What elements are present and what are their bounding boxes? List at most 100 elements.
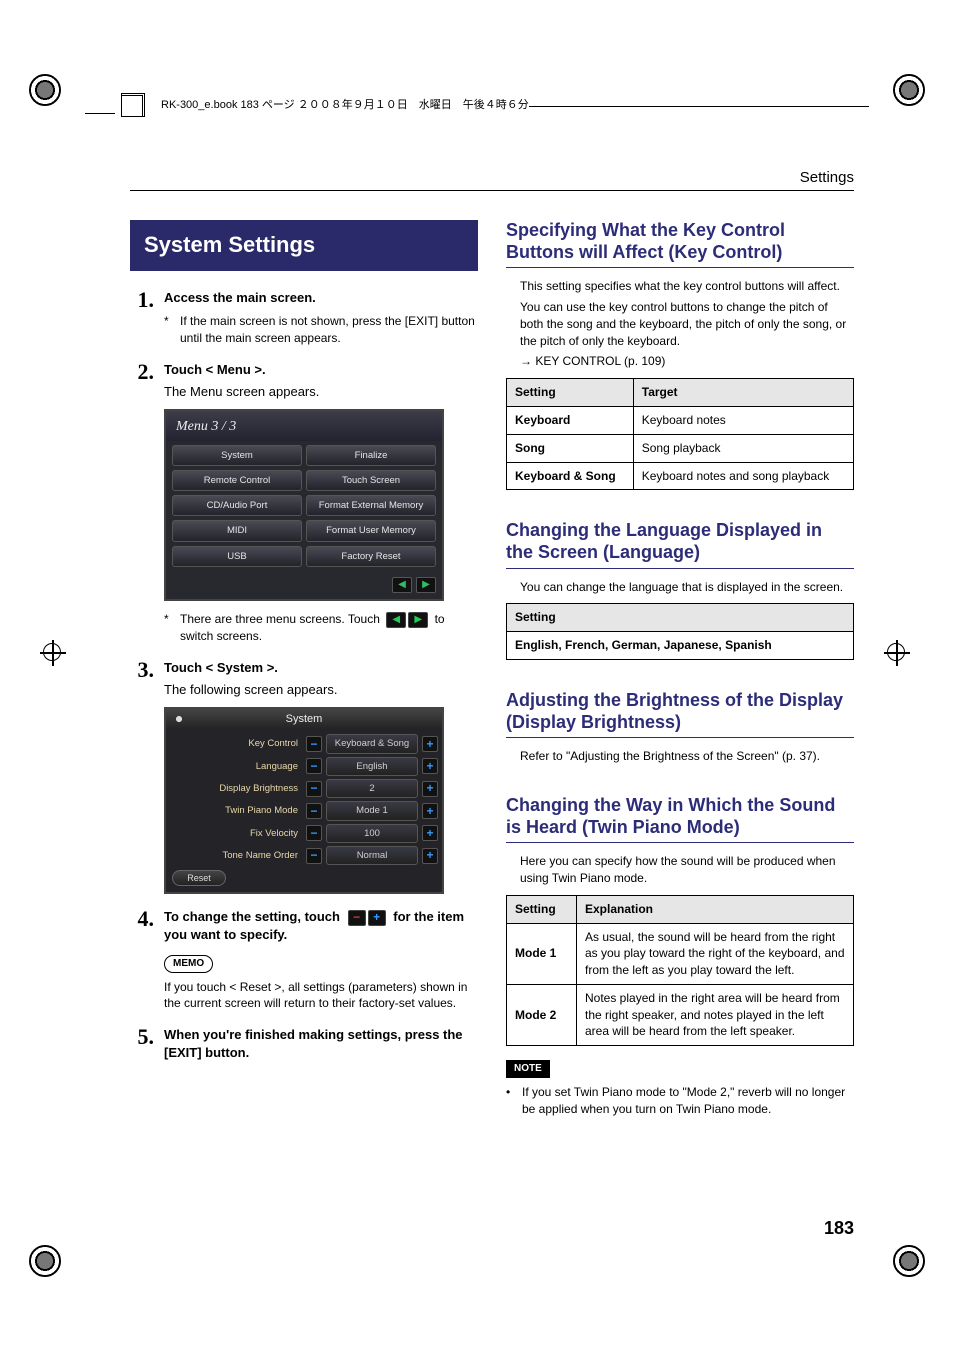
step-heading: To change the setting, touch − + for the… [164,908,478,944]
setting-label: Display Brightness [172,782,302,795]
page-icon [121,95,143,117]
settings-table: Setting Target Keyboard Keyboard notes S… [506,378,854,490]
minus-icon: − [348,910,366,926]
setting-value: Normal [326,846,418,865]
running-title: Settings [800,167,854,188]
reset-button[interactable]: Reset [172,870,226,886]
setting-value: Keyboard & Song [326,734,418,753]
setting-value: 100 [326,824,418,843]
footnote: * There are three menu screens. Touch ◀ … [164,611,478,645]
plus-icon[interactable]: + [422,825,438,841]
subsection-heading: Specifying What the Key Control Buttons … [506,220,854,268]
prev-page-icon[interactable]: ◀ [392,577,412,593]
menu-item[interactable]: Remote Control [172,470,302,491]
menu-item[interactable]: Format User Memory [306,520,436,541]
footnote-text: If the main screen is not shown, press t… [180,313,478,347]
inline-nav-icons: ◀ ▶ [386,612,428,628]
setting-value: 2 [326,779,418,798]
arrow-right-icon: ▶ [408,612,428,628]
footnote: * If the main screen is not shown, press… [164,313,478,347]
inline-pm-icons: − + [348,910,386,926]
plus-icon[interactable]: + [422,848,438,864]
menu-item[interactable]: System [172,445,302,466]
table-cell: Keyboard notes [633,406,853,434]
step-number: 1. [130,289,154,347]
step-number: 3. [130,659,154,895]
menu-item[interactable]: MIDI [172,520,302,541]
setting-value: English [326,757,418,776]
menu-item[interactable]: USB [172,546,302,567]
cross-reference: → KEY CONTROL (p. 109) [520,353,854,370]
page: RK-300_e.book 183 ページ ２００８年９月１０日 水曜日 午後４… [0,0,954,1351]
plus-icon: + [368,910,386,926]
subsection-heading: Changing the Way in Which the Sound is H… [506,795,854,843]
table-row: Mode 2 Notes played in the right area wi… [507,984,854,1045]
table-row: Keyboard & Song Keyboard notes and song … [507,462,854,490]
setting-row: Key Control − Keyboard & Song + [172,734,438,753]
step: 2. Touch < Menu >. The Menu screen appea… [130,361,478,645]
setting-label: Fix Velocity [172,827,302,840]
minus-icon[interactable]: − [306,736,322,752]
table-row: Mode 1 As usual, the sound will be heard… [507,923,854,984]
setting-label: Key Control [172,737,302,750]
setting-row: Language − English + [172,757,438,776]
minus-icon[interactable]: − [306,781,322,797]
paragraph: This setting specifies what the key cont… [520,278,854,295]
note-body: If you set Twin Piano mode to "Mode 2," … [522,1084,854,1118]
setting-label: Tone Name Order [172,849,302,862]
subsection-heading: Adjusting the Brightness of the Display … [506,690,854,738]
paragraph: Here you can specify how the sound will … [520,853,854,887]
memo-badge: MEMO [164,955,213,973]
book-header: RK-300_e.book 183 ページ ２００８年９月１０日 水曜日 午後４… [85,90,869,122]
step: 3. Touch < System >. The following scree… [130,659,478,895]
footnote-text-pre: There are three menu screens. Touch [180,612,380,626]
setting-row: Twin Piano Mode − Mode 1 + [172,801,438,820]
step-subtext: The Menu screen appears. [164,383,478,401]
setting-label: Language [172,760,302,773]
step: 1. Access the main screen. * If the main… [130,289,478,347]
screenshot-title: System [166,709,442,730]
plus-icon[interactable]: + [422,803,438,819]
step-number: 2. [130,361,154,645]
arrow-left-icon: ◀ [386,612,406,628]
table-header: Setting [507,604,854,632]
table-cell: Mode 1 [507,923,577,984]
settings-table: Setting English, French, German, Japanes… [506,603,854,660]
next-page-icon[interactable]: ▶ [416,577,436,593]
plus-icon[interactable]: + [422,781,438,797]
step-heading-pre: To change the setting, touch [164,909,340,924]
setting-value: Mode 1 [326,801,418,820]
minus-icon[interactable]: − [306,848,322,864]
table-cell: Keyboard [507,406,634,434]
register-mark-icon [884,1236,934,1286]
table-header: Setting [507,379,634,407]
step-subtext: The following screen appears. [164,681,478,699]
step-number: 5. [130,1026,154,1062]
table-cell: Song [507,434,634,462]
table-cell: English, French, German, Japanese, Spani… [507,632,854,660]
menu-item[interactable]: Touch Screen [306,470,436,491]
menu-item[interactable]: Finalize [306,445,436,466]
menu-item[interactable]: CD/Audio Port [172,495,302,516]
table-cell: As usual, the sound will be heard from t… [577,923,854,984]
system-screenshot: System Key Control − Keyboard & Song + L… [164,707,444,894]
table-cell: Notes played in the right area will be h… [577,984,854,1045]
step-heading: Touch < System >. [164,659,478,677]
menu-item[interactable]: Format External Memory [306,495,436,516]
note-badge: NOTE [506,1060,550,1078]
table-row: Keyboard Keyboard notes [507,406,854,434]
minus-icon[interactable]: − [306,803,322,819]
setting-row: Tone Name Order − Normal + [172,846,438,865]
plus-icon[interactable]: + [422,758,438,774]
table-cell: Song playback [633,434,853,462]
paragraph: Refer to "Adjusting the Brightness of th… [520,748,854,765]
settings-table: Setting Explanation Mode 1 As usual, the… [506,895,854,1047]
step-heading: Access the main screen. [164,289,478,307]
minus-icon[interactable]: − [306,758,322,774]
menu-item[interactable]: Factory Reset [306,546,436,567]
step-heading: Touch < Menu >. [164,361,478,379]
section-title: System Settings [130,220,478,271]
minus-icon[interactable]: − [306,825,322,841]
setting-row: Display Brightness − 2 + [172,779,438,798]
plus-icon[interactable]: + [422,736,438,752]
